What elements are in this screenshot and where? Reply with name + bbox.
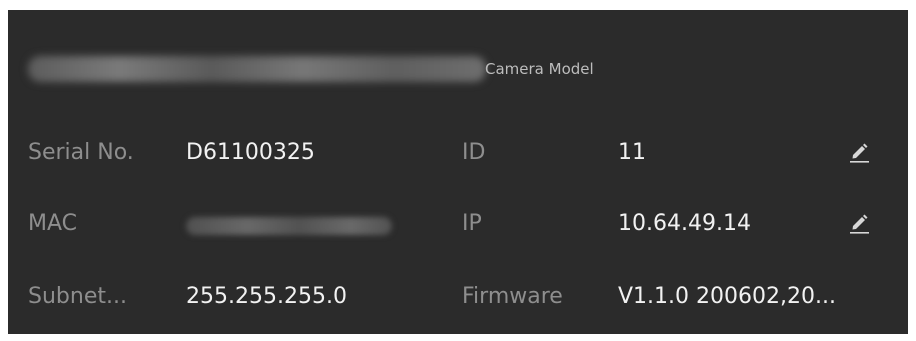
camera-model-caption: Camera Model <box>485 60 594 78</box>
info-row-subnet-firmware: Subnet... 255.255.255.0 Firmware V1.1.0 … <box>8 276 908 316</box>
camera-model-row: Camera Model <box>8 40 908 96</box>
edit-id-button[interactable] <box>846 138 872 164</box>
firmware-value: V1.1.0 200602,20... <box>618 284 836 309</box>
subnet-label: Subnet... <box>28 284 127 309</box>
id-label: ID <box>462 140 486 165</box>
subnet-value: 255.255.255.0 <box>186 284 347 309</box>
mac-label: MAC <box>28 211 78 236</box>
ip-label: IP <box>462 211 482 236</box>
firmware-label: Firmware <box>462 284 563 309</box>
mac-value-redacted <box>186 217 392 235</box>
pencil-icon <box>850 143 869 163</box>
camera-info-panel: Camera Model Serial No. D61100325 ID 11 … <box>8 10 908 334</box>
pencil-icon <box>850 214 869 234</box>
info-row-serial-id: Serial No. D61100325 ID 11 <box>8 132 908 172</box>
ip-value: 10.64.49.14 <box>618 211 751 236</box>
serial-number-value: D61100325 <box>186 140 315 165</box>
info-row-mac-ip: MAC IP 10.64.49.14 <box>8 203 908 243</box>
id-value: 11 <box>618 140 646 165</box>
serial-number-label: Serial No. <box>28 140 134 165</box>
camera-model-name-redacted <box>28 56 486 82</box>
edit-ip-button[interactable] <box>846 209 872 235</box>
